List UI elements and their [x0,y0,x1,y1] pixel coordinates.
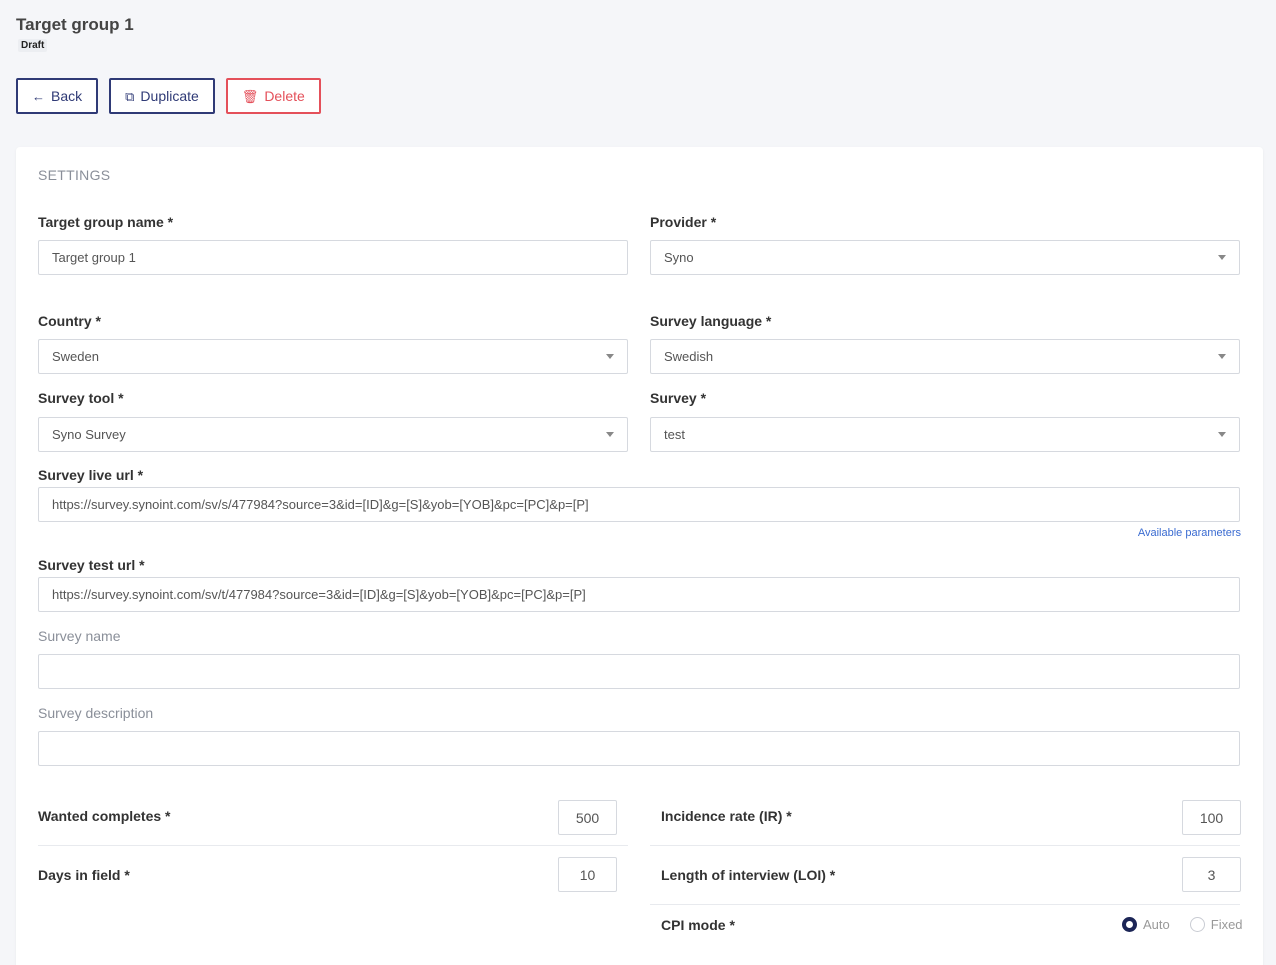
country-label: Country * [38,313,101,329]
survey-tool-label: Survey tool * [38,390,124,406]
cpi-mode-radio-group: Auto Fixed [1122,917,1243,932]
settings-card: SETTINGS Target group name * Provider * … [16,147,1263,965]
back-button[interactable]: ← Back [16,78,99,114]
incidence-rate-label: Incidence rate (IR) * [661,808,792,824]
arrow-left-icon: ← [32,88,45,104]
divider [38,845,628,846]
copy-icon: ⧉ [125,88,135,104]
wanted-completes-label: Wanted completes * [38,808,171,824]
delete-button[interactable]: 🗑 Delete [225,78,321,114]
cpi-mode-label: CPI mode * [661,917,735,933]
cpi-mode-auto-radio[interactable] [1122,917,1137,932]
divider [650,904,1240,905]
survey-live-url-input[interactable] [38,487,1240,522]
chevron-down-icon [606,432,614,437]
country-select[interactable]: Sweden [38,339,628,374]
wanted-completes-input[interactable] [558,800,617,835]
target-group-name-input[interactable] [38,240,628,275]
incidence-rate-input[interactable] [1182,800,1241,835]
survey-language-select[interactable]: Swedish [650,339,1240,374]
duplicate-button[interactable]: ⧉ Duplicate [109,78,215,114]
chevron-down-icon [606,354,614,359]
back-button-label: Back [51,88,83,104]
provider-select[interactable]: Syno [650,240,1240,275]
cpi-mode-fixed-label: Fixed [1210,917,1243,932]
target-group-name-label: Target group name * [38,214,174,230]
page-header: Target group 1 Draft [16,15,134,53]
survey-tool-select[interactable]: Syno Survey [38,417,628,452]
survey-tool-value: Syno Survey [52,427,126,442]
chevron-down-icon [1218,432,1226,437]
survey-description-label: Survey description [38,705,154,721]
delete-button-label: Delete [264,88,305,104]
provider-value: Syno [664,250,694,265]
divider [650,845,1240,846]
survey-live-url-label: Survey live url * [38,467,144,483]
duplicate-button-label: Duplicate [140,88,199,104]
status-badge: Draft [18,39,48,52]
length-of-interview-label: Length of interview (LOI) * [661,867,836,883]
chevron-down-icon [1218,354,1226,359]
cpi-mode-auto-label: Auto [1143,917,1170,932]
chevron-down-icon [1218,255,1226,260]
trash-icon: 🗑 [241,88,259,104]
page-title: Target group 1 [16,15,134,34]
survey-value: test [664,427,685,442]
days-in-field-input[interactable] [558,857,617,892]
days-in-field-label: Days in field * [38,867,130,883]
length-of-interview-input[interactable] [1182,857,1241,892]
survey-select[interactable]: test [650,417,1240,452]
survey-name-input[interactable] [38,654,1240,689]
survey-label: Survey * [650,390,707,406]
section-title: SETTINGS [38,167,111,183]
survey-test-url-input[interactable] [38,577,1240,612]
cpi-mode-fixed-radio[interactable] [1189,917,1205,932]
provider-label: Provider * [650,214,717,230]
country-value: Sweden [52,349,99,364]
survey-name-label: Survey name [38,628,121,644]
survey-test-url-label: Survey test url * [38,557,145,573]
toolbar: ← Back ⧉ Duplicate 🗑 Delete [16,78,321,114]
survey-description-input[interactable] [38,731,1240,766]
survey-language-label: Survey language * [650,313,772,329]
available-parameters-link[interactable]: Available parameters [1138,527,1241,539]
survey-language-value: Swedish [664,349,714,364]
